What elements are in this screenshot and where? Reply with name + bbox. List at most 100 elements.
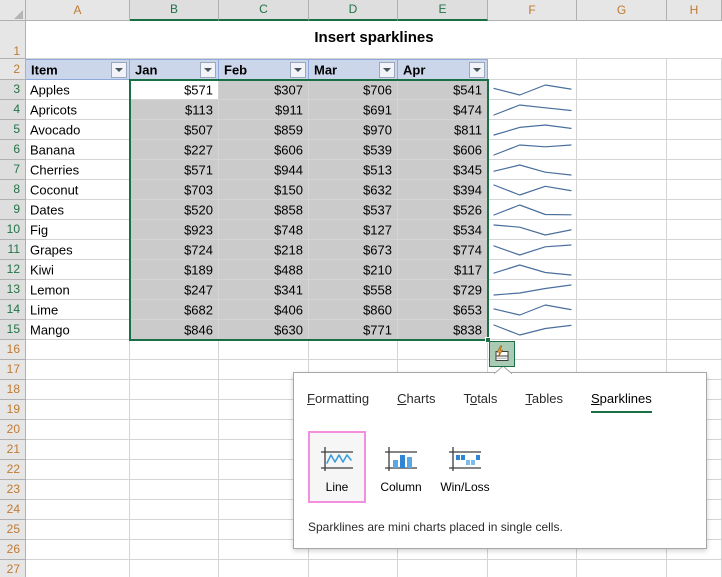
row-header-23[interactable]: 23 — [0, 480, 26, 500]
cell-C5[interactable]: $859 — [219, 120, 309, 140]
cell-H7[interactable] — [667, 160, 722, 180]
cell-C12[interactable]: $488 — [219, 260, 309, 280]
cell-H12[interactable] — [667, 260, 722, 280]
cell-C3[interactable]: $307 — [219, 80, 309, 100]
sparkline-cell-F10[interactable] — [488, 220, 577, 240]
cell-B4[interactable]: $113 — [130, 100, 219, 120]
column-header-e[interactable]: E — [398, 0, 488, 21]
cell-A24[interactable] — [26, 500, 130, 520]
cell-H5[interactable] — [667, 120, 722, 140]
cell-B14[interactable]: $682 — [130, 300, 219, 320]
row-header-26[interactable]: 26 — [0, 540, 26, 560]
sparkline-cell-F4[interactable] — [488, 100, 577, 120]
cell-E4[interactable]: $474 — [398, 100, 488, 120]
row-header-27[interactable]: 27 — [0, 560, 26, 577]
sparkline-cell-F7[interactable] — [488, 160, 577, 180]
sparkline-column-tile[interactable]: Column — [372, 431, 430, 503]
cell-D12[interactable]: $210 — [309, 260, 398, 280]
cell-G6[interactable] — [577, 140, 667, 160]
cell-H15[interactable] — [667, 320, 722, 340]
cell-B19[interactable] — [130, 400, 219, 420]
cell-E12[interactable]: $117 — [398, 260, 488, 280]
cell-D16[interactable] — [309, 340, 398, 360]
cell-B12[interactable]: $189 — [130, 260, 219, 280]
cell-C4[interactable]: $911 — [219, 100, 309, 120]
cell-G3[interactable] — [577, 80, 667, 100]
cell-H8[interactable] — [667, 180, 722, 200]
filter-dropdown-feb[interactable] — [290, 61, 306, 78]
cell-A16[interactable] — [26, 340, 130, 360]
qa-tab-totals[interactable]: Totals — [463, 391, 497, 413]
cell-D6[interactable]: $539 — [309, 140, 398, 160]
cell-A22[interactable] — [26, 460, 130, 480]
cell-H14[interactable] — [667, 300, 722, 320]
row-header-25[interactable]: 25 — [0, 520, 26, 540]
cell-D11[interactable]: $673 — [309, 240, 398, 260]
cell-E11[interactable]: $774 — [398, 240, 488, 260]
sparkline-cell-F6[interactable] — [488, 140, 577, 160]
column-header-g[interactable]: G — [577, 0, 667, 21]
qa-tab-sparklines[interactable]: Sparklines — [591, 391, 652, 413]
cell-A20[interactable] — [26, 420, 130, 440]
row-header-4[interactable]: 4 — [0, 100, 26, 120]
cell-D4[interactable]: $691 — [309, 100, 398, 120]
cell-D9[interactable]: $537 — [309, 200, 398, 220]
cell-A3[interactable]: Apples — [26, 80, 130, 100]
cell-B22[interactable] — [130, 460, 219, 480]
qa-tab-tables[interactable]: Tables — [525, 391, 563, 413]
sparkline-cell-F9[interactable] — [488, 200, 577, 220]
cell-H16[interactable] — [667, 340, 722, 360]
table-header-feb[interactable]: Feb — [219, 59, 309, 80]
cell-E5[interactable]: $811 — [398, 120, 488, 140]
cell-G9[interactable] — [577, 200, 667, 220]
sparkline-cell-F8[interactable] — [488, 180, 577, 200]
cell-B25[interactable] — [130, 520, 219, 540]
cell-H2[interactable] — [667, 59, 722, 80]
row-header-24[interactable]: 24 — [0, 500, 26, 520]
cell-A27[interactable] — [26, 560, 130, 577]
row-header-22[interactable]: 22 — [0, 460, 26, 480]
filter-dropdown-apr[interactable] — [469, 61, 485, 78]
cell-D10[interactable]: $127 — [309, 220, 398, 240]
table-header-apr[interactable]: Apr — [398, 59, 488, 80]
cell-A6[interactable]: Banana — [26, 140, 130, 160]
filter-dropdown-mar[interactable] — [379, 61, 395, 78]
cell-D27[interactable] — [309, 560, 398, 577]
cell-F27[interactable] — [488, 560, 577, 577]
cell-E3[interactable]: $541 — [398, 80, 488, 100]
cell-A19[interactable] — [26, 400, 130, 420]
sparkline-cell-F13[interactable] — [488, 280, 577, 300]
cell-G16[interactable] — [577, 340, 667, 360]
row-header-15[interactable]: 15 — [0, 320, 26, 340]
row-header-10[interactable]: 10 — [0, 220, 26, 240]
cell-B5[interactable]: $507 — [130, 120, 219, 140]
cell-C7[interactable]: $944 — [219, 160, 309, 180]
cell-C11[interactable]: $218 — [219, 240, 309, 260]
sparkline-line-tile[interactable]: Line — [308, 431, 366, 503]
row-header-16[interactable]: 16 — [0, 340, 26, 360]
quick-analysis-button[interactable] — [489, 341, 515, 367]
cell-E10[interactable]: $534 — [398, 220, 488, 240]
cell-A4[interactable]: Apricots — [26, 100, 130, 120]
sparkline-cell-F14[interactable] — [488, 300, 577, 320]
cell-B7[interactable]: $571 — [130, 160, 219, 180]
cell-E8[interactable]: $394 — [398, 180, 488, 200]
sparkline-cell-F15[interactable] — [488, 320, 577, 340]
cell-A21[interactable] — [26, 440, 130, 460]
cell-C9[interactable]: $858 — [219, 200, 309, 220]
cell-C10[interactable]: $748 — [219, 220, 309, 240]
cell-B6[interactable]: $227 — [130, 140, 219, 160]
cell-G7[interactable] — [577, 160, 667, 180]
row-header-1[interactable]: 1 — [0, 21, 26, 59]
row-header-11[interactable]: 11 — [0, 240, 26, 260]
cell-A12[interactable]: Kiwi — [26, 260, 130, 280]
cell-D8[interactable]: $632 — [309, 180, 398, 200]
cell-D14[interactable]: $860 — [309, 300, 398, 320]
row-header-3[interactable]: 3 — [0, 80, 26, 100]
cell-A15[interactable]: Mango — [26, 320, 130, 340]
cell-A26[interactable] — [26, 540, 130, 560]
cell-B11[interactable]: $724 — [130, 240, 219, 260]
cell-A18[interactable] — [26, 380, 130, 400]
cell-H9[interactable] — [667, 200, 722, 220]
row-header-12[interactable]: 12 — [0, 260, 26, 280]
